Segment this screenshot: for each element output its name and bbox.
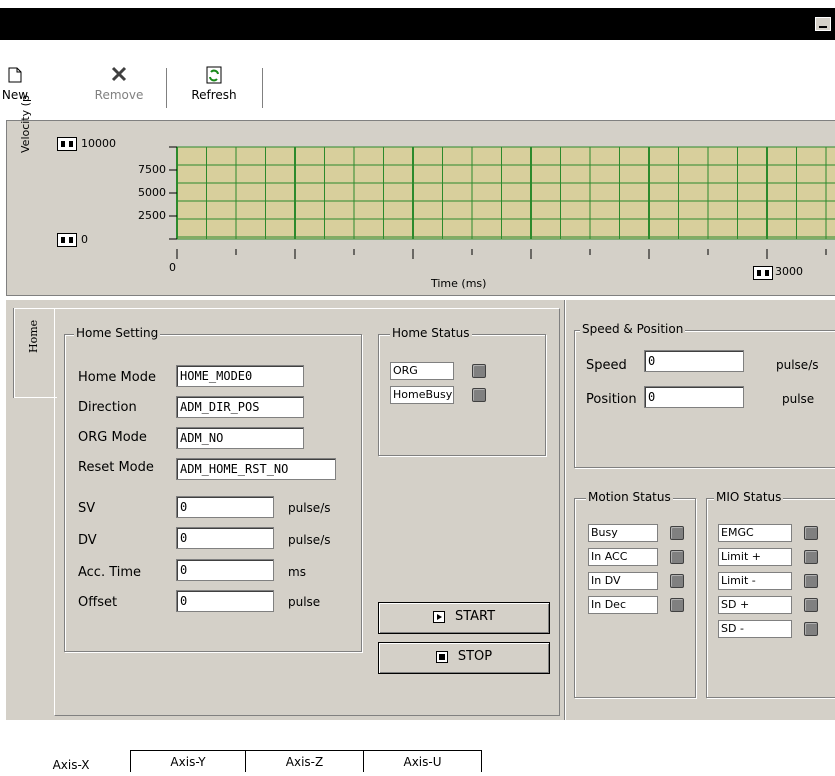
motion-status-in-acc: In ACC — [588, 548, 658, 566]
limit-plus-led — [804, 550, 818, 564]
velocity-chart-plot — [169, 146, 835, 259]
emgc-led — [804, 526, 818, 540]
direction-field[interactable]: ADM_DIR_POS — [176, 396, 304, 418]
x-tick-label-0: 0 — [169, 261, 176, 274]
panel-divider — [564, 300, 566, 720]
sv-field[interactable]: 0 — [176, 496, 274, 518]
home-mode-field[interactable]: HOME_MODE0 — [176, 365, 304, 387]
sd-minus-led — [804, 622, 818, 636]
remove-label: Remove — [94, 88, 144, 102]
stop-label: STOP — [457, 649, 493, 664]
title-bar — [0, 8, 835, 40]
org-mode-label: ORG Mode — [78, 430, 147, 445]
in-acc-led — [670, 550, 684, 564]
tab-axis-z[interactable]: Axis-Z — [246, 750, 364, 772]
tab-axis-x[interactable]: Axis-X — [12, 754, 130, 776]
speed-field[interactable]: 0 — [644, 350, 744, 372]
busy-led — [670, 526, 684, 540]
acc-time-unit: ms — [288, 565, 306, 579]
play-icon — [432, 610, 445, 623]
tab-home[interactable]: Home — [14, 308, 57, 398]
sd-plus-led — [804, 598, 818, 612]
tab-axis-y[interactable]: Axis-Y — [130, 750, 246, 772]
homebusy-status-led — [472, 388, 486, 402]
toolbar: New Remove Refresh — [0, 62, 835, 114]
position-field[interactable]: 0 — [644, 386, 744, 408]
toolbar-separator — [166, 68, 168, 108]
tab-home-label: Home — [27, 319, 40, 353]
minimize-button[interactable] — [815, 17, 831, 31]
direction-label: Direction — [78, 400, 137, 415]
reset-mode-label: Reset Mode — [78, 460, 154, 475]
plot-area — [176, 146, 835, 240]
motion-status-title: Motion Status — [586, 490, 673, 504]
x-max-spin-button[interactable] — [753, 266, 773, 280]
limit-minus-led — [804, 574, 818, 588]
org-status-box: ORG — [390, 362, 454, 380]
offset-unit: pulse — [288, 595, 321, 609]
org-mode-field[interactable]: ADM_NO — [176, 427, 304, 449]
speed-position-title: Speed & Position — [580, 322, 686, 336]
new-document-icon — [0, 62, 30, 88]
mio-status-sd-minus: SD - — [718, 620, 792, 638]
x-tick-label-max: 3000 — [775, 265, 803, 278]
dv-field[interactable]: 0 — [176, 527, 274, 549]
mio-status-limit-minus: Limit - — [718, 572, 792, 590]
mio-status-emgc: EMGC — [718, 524, 792, 542]
velocity-chart-panel: Velocity (p 10000 7500 5000 2500 0 0 Time (m… — [6, 95, 835, 296]
start-button[interactable]: START — [378, 602, 550, 634]
position-label: Position — [586, 392, 637, 407]
stop-icon — [435, 650, 448, 663]
sv-label: SV — [78, 501, 96, 516]
refresh-label: Refresh — [191, 88, 237, 102]
main-panel: Home Home Setting Home Mode HOME_MODE0 D… — [6, 300, 835, 720]
toolbar-separator — [262, 68, 264, 108]
mio-status-limit-plus: Limit + — [718, 548, 792, 566]
dv-unit: pulse/s — [288, 533, 331, 547]
offset-field[interactable]: 0 — [176, 590, 274, 612]
acc-time-label: Acc. Time — [78, 565, 142, 580]
home-status-title: Home Status — [390, 326, 472, 340]
mio-status-title: MIO Status — [714, 490, 784, 504]
remove-x-icon — [84, 62, 154, 88]
stop-button[interactable]: STOP — [378, 642, 550, 674]
start-label: START — [454, 609, 496, 624]
home-mode-label: Home Mode — [78, 370, 156, 385]
tab-axis-u[interactable]: Axis-U — [364, 750, 482, 772]
motion-status-in-dec: In Dec — [588, 596, 658, 614]
homebusy-status-box: HomeBusy — [390, 386, 454, 404]
mio-status-sd-plus: SD + — [718, 596, 792, 614]
acc-time-field[interactable]: 0 — [176, 559, 274, 581]
speed-label: Speed — [586, 358, 627, 373]
refresh-button[interactable]: Refresh — [186, 62, 242, 112]
offset-label: Offset — [78, 595, 118, 610]
speed-unit: pulse/s — [776, 358, 819, 372]
dv-label: DV — [78, 533, 97, 548]
remove-button[interactable]: Remove — [84, 62, 154, 112]
sv-unit: pulse/s — [288, 501, 331, 515]
motion-status-in-dv: In DV — [588, 572, 658, 590]
position-unit: pulse — [782, 392, 815, 406]
x-axis-label: Time (ms) — [431, 277, 487, 290]
in-dec-led — [670, 598, 684, 612]
reset-mode-field[interactable]: ADM_HOME_RST_NO — [176, 458, 336, 480]
motion-status-busy: Busy — [588, 524, 658, 542]
org-status-led — [472, 364, 486, 378]
axis-tab-strip: Axis-X Axis-Y Axis-Z Axis-U — [0, 720, 835, 772]
home-setting-title: Home Setting — [74, 326, 161, 340]
in-dv-led — [670, 574, 684, 588]
refresh-icon — [186, 62, 242, 88]
